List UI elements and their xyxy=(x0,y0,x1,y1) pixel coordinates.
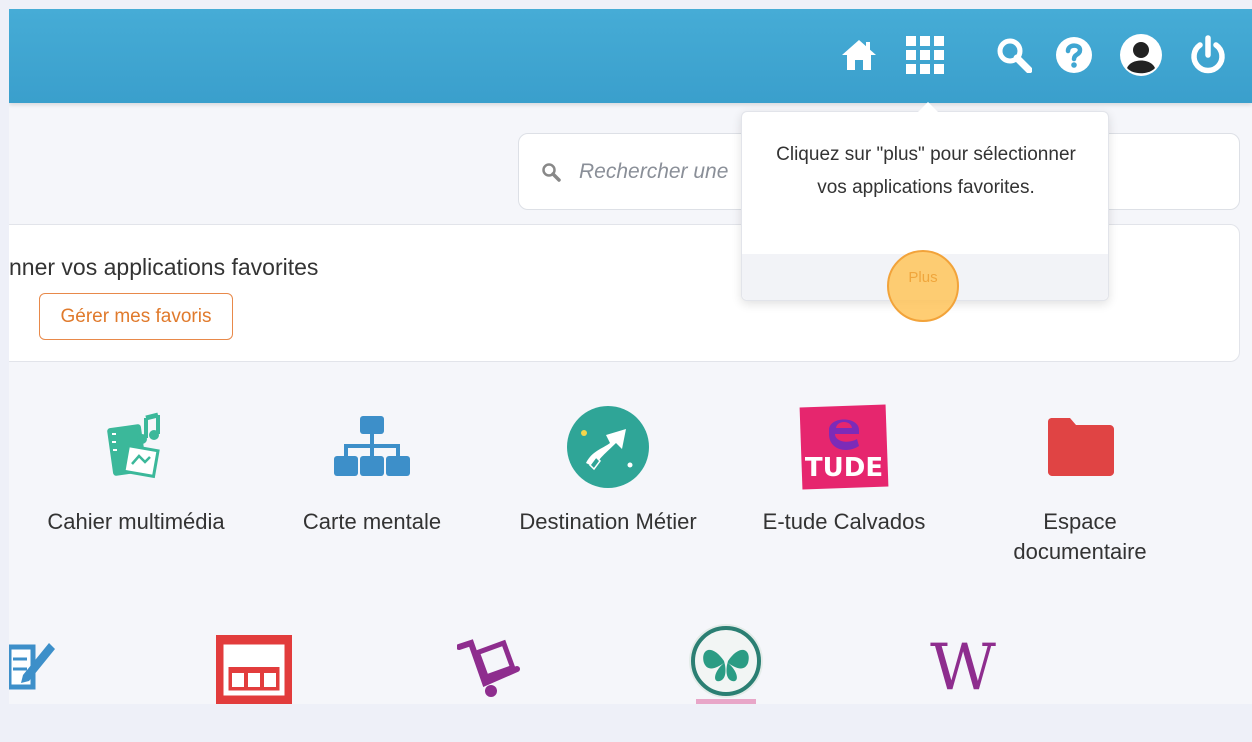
folder-icon xyxy=(1048,418,1114,476)
destination-arrow-icon xyxy=(567,406,649,488)
app-label: Cahier multimédia xyxy=(47,509,225,534)
org-chart-icon xyxy=(334,416,410,476)
favorites-title: nner vos applications favorites xyxy=(9,254,319,280)
top-bar xyxy=(9,9,1252,103)
tooltip-arrow xyxy=(918,102,938,112)
search-icon xyxy=(542,163,561,182)
pronote-butterfly-icon xyxy=(689,624,763,704)
app-label: Espace documentaire xyxy=(1013,509,1147,564)
plus-button[interactable]: Plus xyxy=(887,250,959,322)
svg-text:W: W xyxy=(930,639,996,695)
trolley-icon xyxy=(456,639,520,697)
app-carte-mentale[interactable]: Carte mentale xyxy=(252,399,492,537)
layout-window-icon xyxy=(216,635,292,704)
app-destination-metier[interactable]: Destination Métier xyxy=(488,399,728,537)
svg-text:TUDE: TUDE xyxy=(805,453,883,483)
app-forms[interactable] xyxy=(9,637,59,700)
wikipedia-w-icon: W xyxy=(930,631,996,704)
app-wikipedia[interactable]: W xyxy=(919,631,1007,704)
app-layout[interactable] xyxy=(216,635,292,704)
app-pronote[interactable] xyxy=(688,623,764,704)
app-cahier-multimedia[interactable]: Cahier multimédia xyxy=(16,399,256,537)
app-label: E-tude Calvados xyxy=(762,509,926,534)
home-icon[interactable] xyxy=(837,33,881,77)
help-icon[interactable] xyxy=(1052,33,1096,77)
manage-favorites-button[interactable]: Gérer mes favoris xyxy=(39,293,233,340)
user-icon[interactable] xyxy=(1119,33,1163,77)
app-label: Carte mentale xyxy=(302,509,442,534)
pencil-form-icon xyxy=(9,643,55,690)
app-trolley[interactable] xyxy=(456,639,523,704)
app-viewport: nner vos applications favorites Gérer me… xyxy=(9,9,1252,704)
tooltip-message: Cliquez sur "plus" pour sélectionner vos… xyxy=(776,144,1076,198)
app-etude-calvados[interactable]: TUDE E-tude Calvados xyxy=(724,399,964,537)
power-icon[interactable] xyxy=(1186,33,1230,77)
app-espace-documentaire[interactable]: Espace documentaire xyxy=(960,399,1200,567)
music-notebook-icon xyxy=(107,412,160,479)
app-label: Destination Métier xyxy=(519,509,697,534)
apps-grid-icon[interactable] xyxy=(903,33,947,77)
search-icon[interactable] xyxy=(992,33,1036,77)
etude-logo-icon: TUDE xyxy=(799,404,889,490)
